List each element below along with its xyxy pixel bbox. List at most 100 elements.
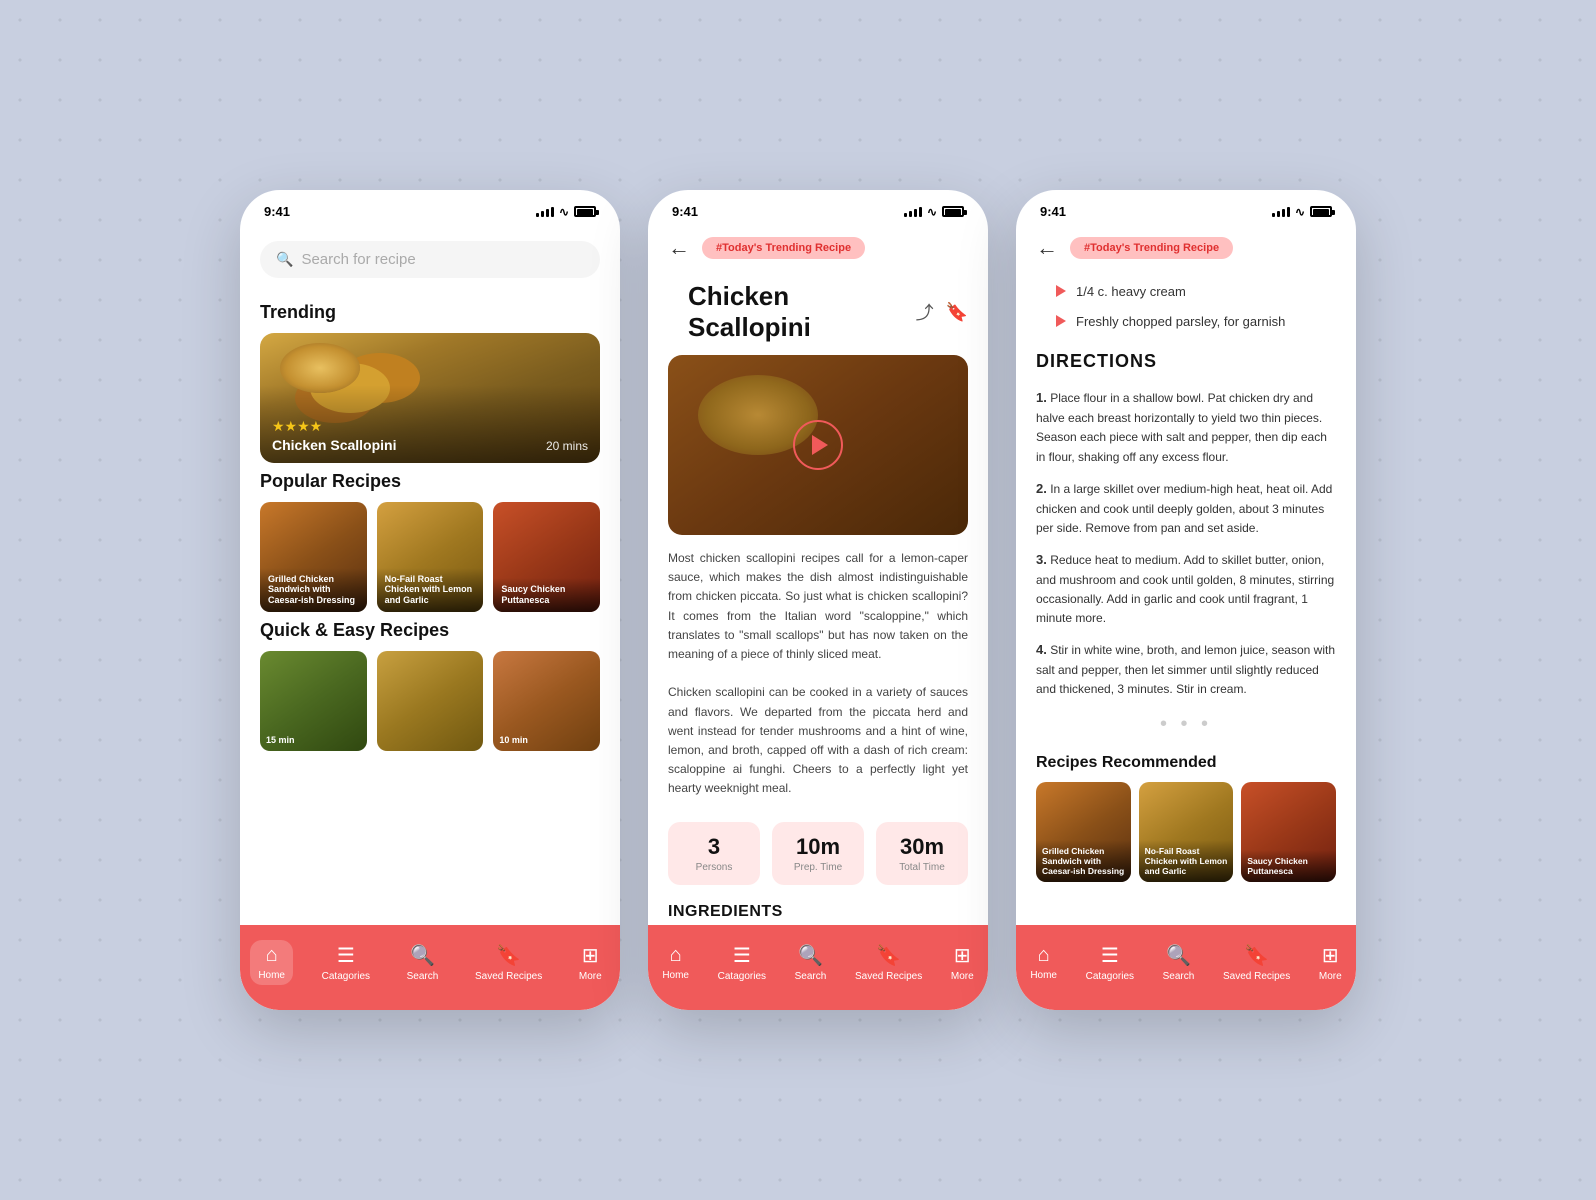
nav-search-label-3: Search xyxy=(1163,971,1195,982)
wifi-icon: ∿ xyxy=(559,205,569,219)
rec-overlay-1: Grilled Chicken Sandwich with Caesar-ish… xyxy=(1036,840,1131,883)
status-bar-2: 9:41 ∿ xyxy=(648,190,988,225)
saved-icon-3: 🔖 xyxy=(1244,943,1269,968)
quick-card-3[interactable]: 10 min xyxy=(493,651,600,751)
quick-card-1[interactable]: 15 min xyxy=(260,651,367,751)
last-arrow-2 xyxy=(1056,315,1066,327)
play-triangle xyxy=(812,435,828,455)
phone-directions: 9:41 ∿ ← #Today's Trending Recipe 1/4 c.… xyxy=(1016,190,1356,1010)
step-text-4: Stir in white wine, broth, and lemon jui… xyxy=(1036,643,1335,696)
rec-name-2: No-Fail Roast Chicken with Lemon and Gar… xyxy=(1145,846,1228,877)
signal-icon-2 xyxy=(904,207,922,217)
nav-more-3[interactable]: ⊞ More xyxy=(1311,939,1350,986)
popular-card-1[interactable]: Grilled Chicken Sandwich with Caesar-ish… xyxy=(260,502,367,612)
rec-card-2[interactable]: No-Fail Roast Chicken with Lemon and Gar… xyxy=(1139,782,1234,882)
saved-icon-2: 🔖 xyxy=(876,943,901,968)
last-arrow-1 xyxy=(1056,285,1066,297)
popular-title: Popular Recipes xyxy=(240,463,620,502)
nav-home-1[interactable]: ⌂ Home xyxy=(250,940,293,985)
more-icon-2: ⊞ xyxy=(954,943,971,968)
nav-categories-1[interactable]: ☰ Catagories xyxy=(314,939,378,986)
recipe-actions: ⤴ 🔖 xyxy=(916,299,968,325)
nav-more-1[interactable]: ⊞ More xyxy=(571,939,610,986)
nav-search-2[interactable]: 🔍 Search xyxy=(787,939,835,986)
quick-card-2[interactable] xyxy=(377,651,484,751)
trending-title: Trending xyxy=(240,294,620,333)
back-button-3[interactable]: ← xyxy=(1036,235,1058,261)
recipe-title-row: Chicken Scallopini ⤴ 🔖 xyxy=(648,277,988,355)
back-button[interactable]: ← xyxy=(668,235,690,261)
prep-value: 10m xyxy=(788,834,848,860)
home-icon-1: ⌂ xyxy=(266,944,278,967)
bottom-nav-3: ⌂ Home ☰ Catagories 🔍 Search 🔖 Saved Rec… xyxy=(1016,925,1356,1010)
status-bar-1: 9:41 ∿ xyxy=(240,190,620,225)
home-content: 🔍 Search for recipe Trending ★★★★ Chicke… xyxy=(240,225,620,955)
nav-categories-2[interactable]: ☰ Catagories xyxy=(710,939,774,986)
search-icon: 🔍 xyxy=(276,251,293,268)
directions-content: ← #Today's Trending Recipe 1/4 c. heavy … xyxy=(1016,225,1356,955)
popular-overlay-3: Saucy Chicken Puttanesca xyxy=(493,578,600,612)
recipe-header: ← #Today's Trending Recipe xyxy=(648,225,988,277)
nav-home-3[interactable]: ⌂ Home xyxy=(1022,940,1065,985)
time-3: 9:41 xyxy=(1040,204,1066,219)
video-container[interactable] xyxy=(668,355,968,535)
quick-time-3: 10 min xyxy=(499,735,528,745)
bookmark-icon[interactable]: 🔖 xyxy=(946,302,968,323)
popular-grid: Grilled Chicken Sandwich with Caesar-ish… xyxy=(240,502,620,612)
play-button[interactable] xyxy=(793,420,843,470)
nav-home-label-3: Home xyxy=(1030,970,1057,981)
step-num-4: 4. xyxy=(1036,642,1047,657)
directions-title: DIRECTIONS xyxy=(1016,337,1356,382)
nav-saved-3[interactable]: 🔖 Saved Recipes xyxy=(1215,939,1298,986)
rec-card-1[interactable]: Grilled Chicken Sandwich with Caesar-ish… xyxy=(1036,782,1131,882)
nav-saved-label-2: Saved Recipes xyxy=(855,971,922,982)
battery-icon xyxy=(574,206,596,217)
saved-icon-1: 🔖 xyxy=(496,943,521,968)
bottom-nav-1: ⌂ Home ☰ Catagories 🔍 Search 🔖 Saved Rec… xyxy=(240,925,620,1010)
signal-icon-3 xyxy=(1272,207,1290,217)
stat-prep: 10m Prep. Time xyxy=(772,822,864,885)
nav-saved-1[interactable]: 🔖 Saved Recipes xyxy=(467,939,550,986)
time-2: 9:41 xyxy=(672,204,698,219)
nav-saved-label-3: Saved Recipes xyxy=(1223,971,1290,982)
recommended-grid: Grilled Chicken Sandwich with Caesar-ish… xyxy=(1016,782,1356,882)
status-icons-2: ∿ xyxy=(904,205,964,219)
nav-more-2[interactable]: ⊞ More xyxy=(943,939,982,986)
popular-name-3: Saucy Chicken Puttanesca xyxy=(501,584,592,606)
signal-icon xyxy=(536,207,554,217)
nav-search-label-1: Search xyxy=(407,971,439,982)
nav-categories-3[interactable]: ☰ Catagories xyxy=(1078,939,1142,986)
rec-overlay-3: Saucy Chicken Puttanesca xyxy=(1241,850,1336,882)
nav-search-1[interactable]: 🔍 Search xyxy=(399,939,447,986)
rec-card-3[interactable]: Saucy Chicken Puttanesca xyxy=(1241,782,1336,882)
step-3: 3. Reduce heat to medium. Add to skillet… xyxy=(1016,544,1356,634)
nav-categories-label-2: Catagories xyxy=(718,971,766,982)
trending-card[interactable]: ★★★★ Chicken Scallopini 20 mins xyxy=(260,333,600,463)
search-bar[interactable]: 🔍 Search for recipe xyxy=(260,241,600,278)
phone-recipe: 9:41 ∿ ← #Today's Trending Recipe Chicke… xyxy=(648,190,988,1010)
prep-label: Prep. Time xyxy=(788,862,848,873)
nav-home-2[interactable]: ⌂ Home xyxy=(654,940,697,985)
status-icons-1: ∿ xyxy=(536,205,596,219)
battery-icon-3 xyxy=(1310,206,1332,217)
nav-home-label-1: Home xyxy=(258,970,285,981)
popular-card-2[interactable]: No-Fail Roast Chicken with Lemon and Gar… xyxy=(377,502,484,612)
search-placeholder: Search for recipe xyxy=(301,251,415,268)
trending-time: 20 mins xyxy=(546,439,588,453)
nav-saved-2[interactable]: 🔖 Saved Recipes xyxy=(847,939,930,986)
popular-card-3[interactable]: Saucy Chicken Puttanesca xyxy=(493,502,600,612)
tag-badge-3: #Today's Trending Recipe xyxy=(1070,237,1233,259)
recipe-header-3: ← #Today's Trending Recipe xyxy=(1016,225,1356,277)
nav-search-3[interactable]: 🔍 Search xyxy=(1155,939,1203,986)
rec-overlay-2: No-Fail Roast Chicken with Lemon and Gar… xyxy=(1139,840,1234,883)
nav-categories-label-3: Catagories xyxy=(1086,971,1134,982)
phone-home: 9:41 ∿ 🔍 Search for recipe Trending ★★★★ xyxy=(240,190,620,1010)
step-4: 4. Stir in white wine, broth, and lemon … xyxy=(1016,634,1356,705)
share-icon[interactable]: ⤴ xyxy=(916,299,934,325)
recipe-content: ← #Today's Trending Recipe Chicken Scall… xyxy=(648,225,988,955)
last-ingredients: 1/4 c. heavy cream Freshly chopped parsl… xyxy=(1016,277,1356,337)
search-nav-icon-3: 🔍 xyxy=(1166,943,1191,968)
categories-icon-3: ☰ xyxy=(1101,943,1119,968)
stat-persons: 3 Persons xyxy=(668,822,760,885)
search-nav-icon-1: 🔍 xyxy=(410,943,435,968)
